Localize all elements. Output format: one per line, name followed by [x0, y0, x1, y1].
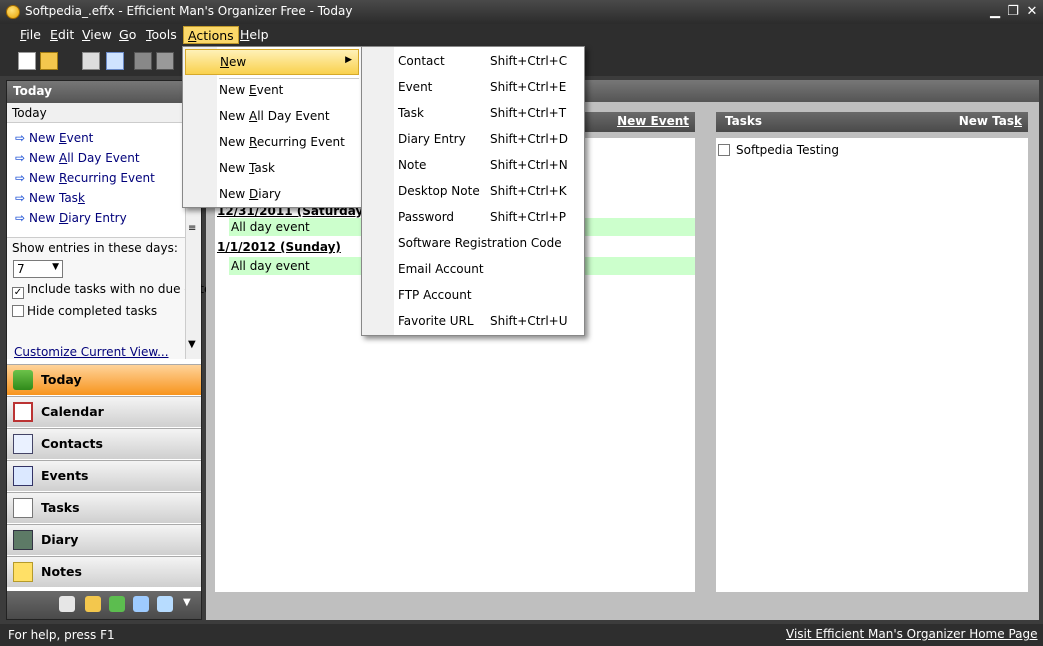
days-dropdown[interactable]: 7 ▼ — [13, 260, 63, 278]
submenu-item-email-account[interactable]: Email Account — [364, 257, 582, 283]
include-tasks-checkbox-row[interactable]: ✓ Include tasks with no due date — [12, 282, 211, 299]
window-title: Softpedia_.effx - Efficient Man's Organi… — [25, 4, 353, 18]
print-icon[interactable] — [82, 52, 100, 70]
scroll-down-icon[interactable]: ▼ — [188, 339, 196, 350]
nav-notes[interactable]: Notes — [7, 556, 201, 587]
nav-diary[interactable]: Diary — [7, 524, 201, 555]
nav-events[interactable]: Events — [7, 460, 201, 491]
arrow-right-icon: ⇨ — [15, 171, 26, 185]
minimize-button[interactable]: ▁ — [987, 4, 1003, 19]
left-pane-subheader: Today — [7, 103, 185, 123]
new-document-icon[interactable] — [18, 52, 36, 70]
submenu-item-favorite-url[interactable]: Favorite URL Shift+Ctrl+U — [364, 309, 582, 335]
show-entries-label: Show entries in these days: — [12, 241, 178, 255]
menu-help[interactable]: Help — [236, 26, 273, 44]
include-tasks-checkbox[interactable]: ✓ — [12, 287, 24, 299]
task-new-all-day-event[interactable]: ⇨ New All Day Event — [15, 151, 140, 169]
menu-item-new-recurring-event[interactable]: New Recurring Event — [185, 130, 359, 156]
submenu-item-note[interactable]: Note Shift+Ctrl+N — [364, 153, 582, 179]
nav-today[interactable]: Today — [7, 364, 201, 395]
submenu-item-ftp-account[interactable]: FTP Account — [364, 283, 582, 309]
key-icon[interactable] — [85, 596, 101, 612]
new-task-link[interactable]: New Task — [959, 114, 1022, 128]
new-submenu: Contact Shift+Ctrl+C Event Shift+Ctrl+E Ta… — [361, 46, 585, 336]
events-icon — [13, 466, 33, 486]
menu-go[interactable]: Go — [115, 26, 140, 44]
new-event-link[interactable]: New Event — [617, 114, 689, 128]
calendar-icon — [13, 402, 33, 422]
registration-icon[interactable] — [109, 596, 125, 612]
task-checkbox[interactable] — [718, 144, 730, 156]
diary-icon — [13, 530, 33, 550]
arrow-right-icon: ⇨ — [15, 151, 26, 165]
submenu-item-password[interactable]: Password Shift+Ctrl+P — [364, 205, 582, 231]
task-new-recurring-event[interactable]: ⇨ New Recurring Event — [15, 171, 155, 189]
copy-icon[interactable] — [156, 52, 174, 70]
menu-file[interactable]: File — [16, 26, 45, 44]
nav-tasks[interactable]: Tasks — [7, 492, 201, 523]
menu-item-new[interactable]: New ▶ — [185, 49, 359, 75]
status-text: For help, press F1 — [8, 628, 115, 642]
house-icon — [13, 370, 33, 390]
date-heading: 1/1/2012 (Sunday) — [217, 240, 341, 254]
open-folder-icon[interactable] — [40, 52, 58, 70]
submenu-item-desktop-note[interactable]: Desktop Note Shift+Ctrl+K — [364, 179, 582, 205]
scroll-grip-icon: ≡ — [188, 223, 197, 234]
title-bar: Softpedia_.effx - Efficient Man's Organi… — [0, 0, 1043, 24]
task-new-diary-entry[interactable]: ⇨ New Diary Entry — [15, 211, 127, 229]
contacts-icon — [13, 434, 33, 454]
left-pane-header: Today — [7, 81, 201, 103]
menu-item-new-all-day-event[interactable]: New All Day Event — [185, 104, 359, 130]
menu-item-new-task[interactable]: New Task — [185, 156, 359, 182]
submenu-item-contact[interactable]: Contact Shift+Ctrl+C — [364, 49, 582, 75]
status-bar: For help, press F1 Visit Efficient Man's… — [0, 624, 1043, 646]
arrow-right-icon: ⇨ — [15, 191, 26, 205]
submenu-item-task[interactable]: Task Shift+Ctrl+T — [364, 101, 582, 127]
tasks-icon — [13, 498, 33, 518]
menu-item-new-event[interactable]: New Event — [185, 78, 359, 104]
menu-item-new-diary[interactable]: New Diary — [185, 182, 359, 208]
maximize-button[interactable]: ❐ — [1005, 4, 1021, 19]
close-button[interactable]: ✕ — [1024, 4, 1040, 19]
nav-calendar[interactable]: Calendar — [7, 396, 201, 427]
home-page-link[interactable]: Visit Efficient Man's Organizer Home Pag… — [786, 627, 1038, 641]
task-new-task[interactable]: ⇨ New Task — [15, 191, 85, 209]
customize-view-link[interactable]: Customize Current View... — [14, 345, 169, 359]
nav-shortcuts-bar: ▼ — [7, 591, 201, 619]
menu-edit[interactable]: Edit — [46, 26, 78, 44]
menu-actions[interactable]: Actions — [183, 26, 239, 44]
cut-icon[interactable] — [134, 52, 152, 70]
menu-bar: File Edit View Go Tools Actions Help — [0, 24, 1043, 46]
left-pane: Today Today ⇨ New Event ⇨ New All Day Even… — [6, 80, 211, 620]
app-icon — [6, 5, 20, 19]
task-item[interactable]: Softpedia Testing — [718, 143, 839, 157]
actions-menu: New ▶ New Event New All Day Event New Rec… — [182, 46, 362, 208]
reminder-icon[interactable] — [59, 596, 75, 612]
submenu-item-event[interactable]: Event Shift+Ctrl+E — [364, 75, 582, 101]
submenu-arrow-icon: ▶ — [345, 55, 352, 65]
nav-contacts[interactable]: Contacts — [7, 428, 201, 459]
chevron-down-icon[interactable]: ▼ — [183, 597, 191, 608]
search-icon[interactable] — [133, 596, 149, 612]
arrow-right-icon: ⇨ — [15, 131, 26, 145]
hide-completed-checkbox[interactable] — [12, 305, 24, 317]
tasks-title: Tasks — [725, 114, 763, 128]
notes-icon — [13, 562, 33, 582]
hide-completed-checkbox-row[interactable]: Hide completed tasks — [12, 304, 157, 318]
tasks-header: Tasks New Task — [716, 112, 1028, 132]
menu-view[interactable]: View — [78, 26, 116, 44]
chevron-down-icon: ▼ — [52, 262, 59, 272]
menu-tools[interactable]: Tools — [142, 26, 181, 44]
print-preview-icon[interactable] — [106, 52, 124, 70]
submenu-item-diary-entry[interactable]: Diary Entry Shift+Ctrl+D — [364, 127, 582, 153]
submenu-item-software-registration-code[interactable]: Software Registration Code — [364, 231, 582, 257]
arrow-right-icon: ⇨ — [15, 211, 26, 225]
task-new-event[interactable]: ⇨ New Event — [15, 131, 93, 149]
favorites-icon[interactable] — [157, 596, 173, 612]
tasks-panel: Softpedia Testing — [716, 138, 1028, 592]
